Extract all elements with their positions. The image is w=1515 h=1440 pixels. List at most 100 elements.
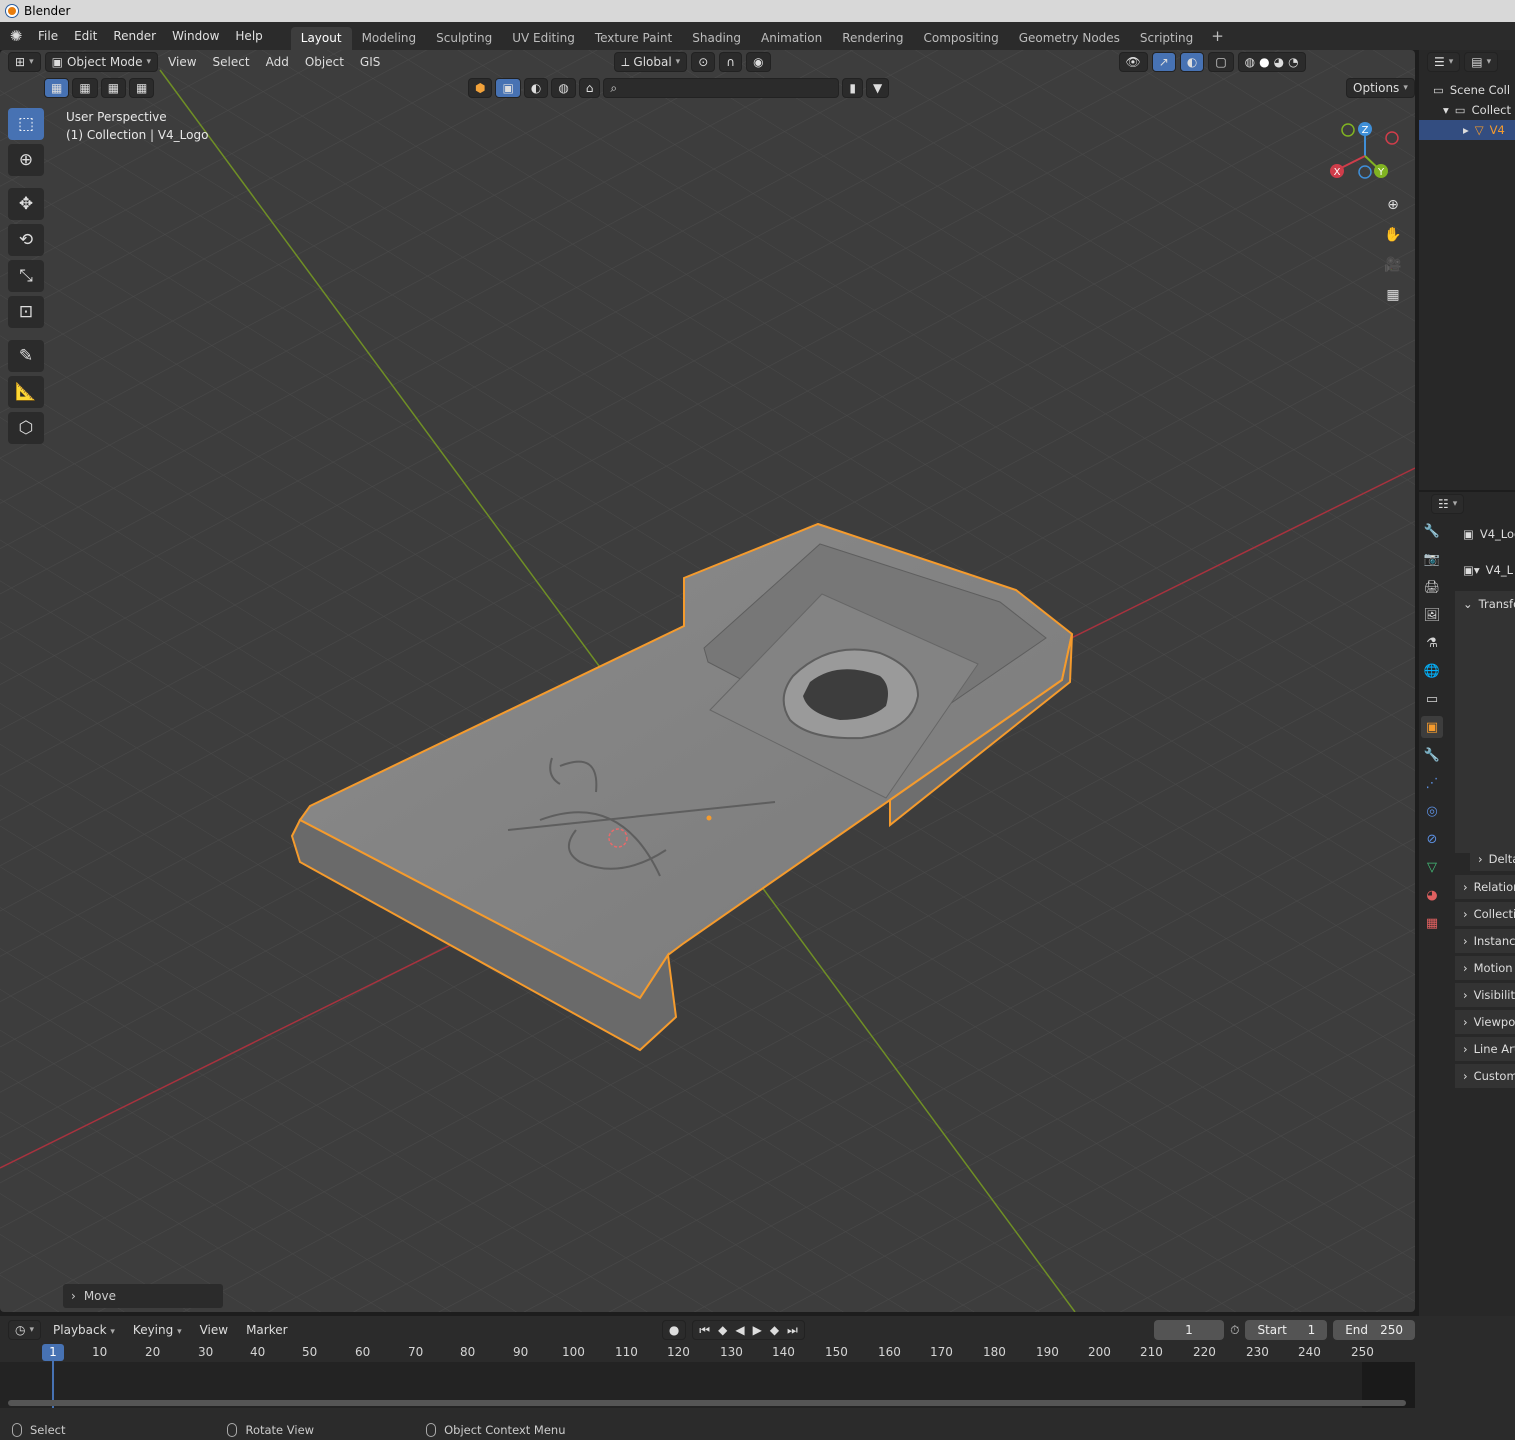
xray-toggle[interactable]: ▢ [1208, 52, 1234, 72]
jump-start-icon[interactable]: ⏮ [699, 1323, 710, 1338]
menu-view[interactable]: View [162, 55, 202, 69]
pan-hand-icon[interactable]: ✋ [1380, 222, 1406, 248]
tab-geometry-nodes[interactable]: Geometry Nodes [1009, 27, 1130, 50]
play-reverse-icon[interactable]: ◀ [735, 1323, 744, 1337]
transform-panel[interactable]: ⌄Transfor [1455, 591, 1515, 853]
frame-ruler[interactable]: 1 10 20 30 40 50 60 70 80 90 100 110 120… [0, 1344, 1415, 1362]
gizmo-toggle[interactable]: ↗ [1151, 52, 1176, 72]
measure-tool[interactable]: 📐 [8, 376, 44, 408]
tab-compositing[interactable]: Compositing [913, 27, 1008, 50]
menu-add[interactable]: Add [260, 55, 295, 69]
menu-object[interactable]: Object [299, 55, 350, 69]
zoom-icon[interactable]: ⊕ [1380, 192, 1406, 218]
properties-editor-type[interactable]: ☷ ▾ [1431, 494, 1465, 514]
annotate-tool[interactable]: ✎ [8, 340, 44, 372]
select-box-tool[interactable]: ⬚ [8, 108, 44, 140]
tab-modeling[interactable]: Modeling [352, 27, 427, 50]
visibility-panel[interactable]: ›Visibility [1455, 983, 1515, 1007]
pivot-point-button[interactable]: ⊙ [691, 52, 716, 72]
menu-marker[interactable]: Marker [240, 1323, 293, 1337]
transform-orientation-selector[interactable]: ⟂ Global ▾ [614, 52, 688, 72]
menu-help[interactable]: Help [227, 29, 270, 43]
select-invert-button[interactable]: ▦ [129, 78, 155, 98]
add-workspace-button[interactable]: + [1203, 23, 1232, 50]
scene-icon-button[interactable]: ⌂ [578, 78, 601, 98]
select-extend-button[interactable]: ▦ [72, 78, 98, 98]
menu-gis[interactable]: GIS [354, 55, 386, 69]
constraints-tab-icon[interactable]: ⊘ [1421, 828, 1443, 850]
relations-panel[interactable]: ›Relation [1455, 875, 1515, 899]
last-operator-panel[interactable]: › Move [63, 1284, 223, 1308]
outliner-display-mode[interactable]: ▤ ▾ [1464, 52, 1499, 72]
bookmark-button[interactable]: ▮ [842, 78, 864, 98]
prev-keyframe-icon[interactable]: ◆ [718, 1323, 727, 1337]
menu-file[interactable]: File [30, 29, 66, 43]
start-frame-field[interactable]: Start 1 [1245, 1320, 1328, 1340]
world-tab-icon[interactable]: 🌐 [1421, 660, 1443, 682]
modifier-tab-icon[interactable]: 🔧 [1421, 744, 1443, 766]
render-icon-button[interactable]: ◐ [523, 78, 549, 98]
menu-timeline-view[interactable]: View [194, 1323, 234, 1337]
shading-modes[interactable]: ◍ ● ◕ ◔ [1237, 52, 1306, 72]
move-tool[interactable]: ✥ [8, 188, 44, 220]
search-box[interactable]: ⌕ [603, 78, 840, 98]
play-icon[interactable]: ▶ [753, 1323, 762, 1337]
filter-button[interactable]: ▼ [866, 78, 890, 98]
physics-tab-icon[interactable]: ◎ [1421, 800, 1443, 822]
object-data-selector[interactable]: ▣▾ V4_L [1455, 558, 1515, 582]
menu-window[interactable]: Window [164, 29, 227, 43]
material-tab-icon[interactable]: ◕ [1421, 884, 1443, 906]
output-tab-icon[interactable]: 🖨 [1421, 576, 1443, 598]
perspective-toggle-icon[interactable]: ▦ [1380, 282, 1406, 308]
rotate-tool[interactable]: ⟲ [8, 224, 44, 256]
blender-menu-icon[interactable]: ✺ [6, 26, 26, 46]
object-name-field[interactable]: ▣V4_Logo [1455, 522, 1515, 546]
mode-selector[interactable]: ▣ Object Mode ▾ [44, 52, 159, 72]
instancing-panel[interactable]: › Instanci [1455, 929, 1515, 953]
particles-tab-icon[interactable]: ⋰ [1421, 772, 1443, 794]
custom-properties-panel[interactable]: › Custom [1455, 1064, 1515, 1088]
viewport-display-panel[interactable]: ›Viewpor [1455, 1010, 1515, 1034]
overlays-toggle[interactable]: ◐ [1179, 52, 1205, 72]
navigation-gizmo[interactable]: Z X Y [1320, 118, 1410, 188]
tab-texture-paint[interactable]: Texture Paint [585, 27, 682, 50]
timeline-scrollbar[interactable] [8, 1400, 1406, 1406]
delta-transform-panel[interactable]: ›Delta [1470, 847, 1515, 871]
options-button[interactable]: Options ▾ [1346, 78, 1415, 98]
camera-view-icon[interactable]: 🎥 [1380, 252, 1406, 278]
tab-sculpting[interactable]: Sculpting [426, 27, 502, 50]
jump-end-icon[interactable]: ⏭ [787, 1323, 798, 1338]
shading-toggle[interactable]: ▣ [495, 78, 521, 98]
outliner-scene-row[interactable]: ▭ Scene Coll [1419, 80, 1515, 100]
menu-edit[interactable]: Edit [66, 29, 105, 43]
tab-uv-editing[interactable]: UV Editing [502, 27, 585, 50]
outliner-object-row[interactable]: ▸ ▽ V4 [1419, 120, 1515, 140]
current-frame-field[interactable]: 1 [1153, 1320, 1225, 1340]
texture-tab-icon[interactable]: ▦ [1421, 912, 1443, 934]
proportional-edit-toggle[interactable]: ◉ [746, 52, 771, 72]
tool-tab-icon[interactable]: 🔧 [1421, 520, 1443, 542]
scale-tool[interactable]: ⤡ [8, 260, 44, 292]
menu-playback[interactable]: Playback ▾ [47, 1323, 121, 1337]
select-new-button[interactable]: ▦ [44, 78, 70, 98]
mesh-data-tab-icon[interactable]: ▽ [1421, 856, 1443, 878]
scene-tab-icon[interactable]: ⚗ [1421, 632, 1443, 654]
menu-keying[interactable]: Keying ▾ [127, 1323, 188, 1337]
line-art-panel[interactable]: › Line Art [1455, 1037, 1515, 1061]
collections-panel[interactable]: ›Collectio [1455, 902, 1515, 926]
collection-tab-icon[interactable]: ▭ [1421, 688, 1443, 710]
sphere-icon-button[interactable]: ◍ [551, 78, 576, 98]
3d-viewport[interactable]: ⊞ ▾ ▣ Object Mode ▾ View Select Add Object … [0, 50, 1415, 1312]
tab-scripting[interactable]: Scripting [1130, 27, 1203, 50]
visibility-button[interactable]: 👁 [1118, 52, 1148, 72]
menu-render[interactable]: Render [105, 29, 164, 43]
transform-tool[interactable]: ⊡ [8, 296, 44, 328]
add-cube-tool[interactable]: ⬡ [8, 412, 44, 444]
snap-toggle[interactable]: ∩ [719, 52, 743, 72]
outliner-editor-type[interactable]: ☰ ▾ [1427, 52, 1461, 72]
next-keyframe-icon[interactable]: ◆ [770, 1323, 779, 1337]
record-button[interactable]: ● [661, 1320, 687, 1340]
playback-controls[interactable]: ⏮ ◆ ◀ ▶ ◆ ⏭ [692, 1320, 805, 1340]
tab-layout[interactable]: Layout [290, 27, 352, 50]
tab-rendering[interactable]: Rendering [832, 27, 913, 50]
